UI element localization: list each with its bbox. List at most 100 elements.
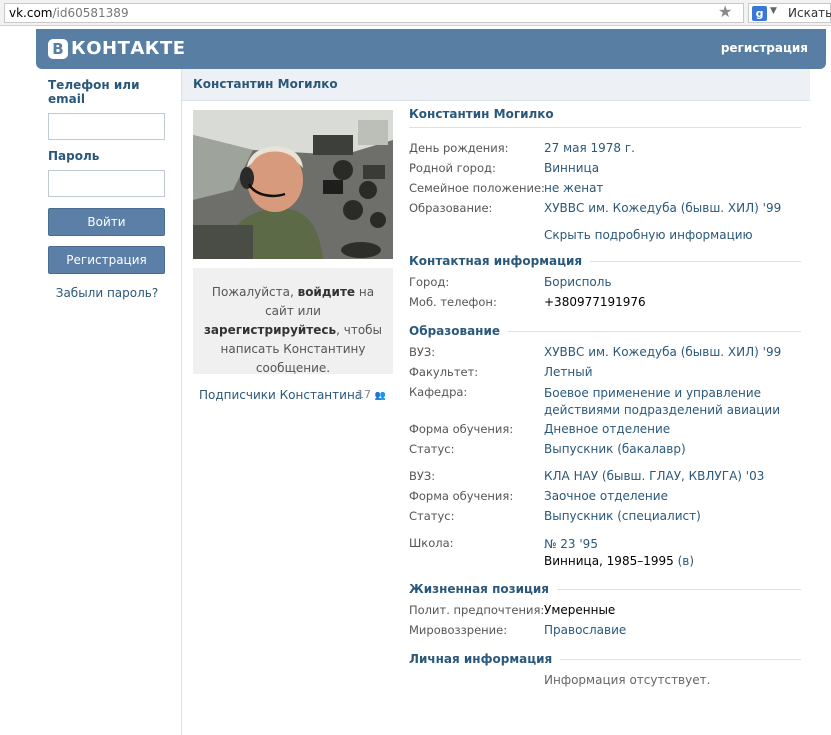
- section-title: Жизненная позиция: [409, 582, 557, 596]
- school-link[interactable]: № 23 '95 Винница, 1985–1995 (в): [544, 536, 694, 570]
- info-row: Семейное положение: не женат: [409, 178, 801, 198]
- personal-empty-text: Информация отсутствует.: [544, 673, 711, 687]
- info-row: Форма обучения: Дневное отделение: [409, 419, 801, 439]
- chevron-down-icon[interactable]: ▼: [770, 6, 777, 16]
- info-row: Школа: № 23 '95 Винница, 1985–1995 (в): [409, 533, 801, 570]
- row-key: ВУЗ:: [409, 469, 436, 483]
- birthday-link[interactable]: 27 мая 1978 г.: [544, 141, 635, 155]
- department-line: Боевое применение и управление: [544, 386, 762, 400]
- status-link[interactable]: Выпускник (специалист): [544, 509, 701, 523]
- section-education: Образование: [409, 320, 801, 342]
- row-key: Статус:: [409, 442, 455, 456]
- logo-text: КОНТАКТЕ: [71, 38, 186, 59]
- department-link[interactable]: Боевое применение и управление действиями…: [544, 385, 780, 419]
- study-form-link[interactable]: Дневное отделение: [544, 422, 670, 436]
- search-box[interactable]: g ▼ Искать: [748, 3, 831, 23]
- study-form-link[interactable]: Заочное отделение: [544, 489, 668, 503]
- password-input[interactable]: [48, 170, 165, 197]
- info-row: Моб. телефон: +380977191976: [409, 292, 801, 312]
- school-name[interactable]: № 23 '95: [544, 537, 598, 551]
- info-row: Статус: Выпускник (бакалавр): [409, 439, 801, 459]
- row-key: Родной город:: [409, 161, 496, 175]
- row-key: Форма обучения:: [409, 489, 514, 503]
- address-bar[interactable]: vk.com/id60581389: [4, 3, 744, 23]
- city-link[interactable]: Борисполь: [544, 275, 612, 289]
- university-link[interactable]: ХУВВС им. Кожедуба (бывш. ХИЛ) '99: [544, 345, 781, 359]
- section-life-position: Жизненная позиция: [409, 578, 801, 600]
- info-row: Мировоззрение: Православие: [409, 620, 801, 640]
- url-path: /id60581389: [52, 6, 129, 20]
- bookmark-star-icon[interactable]: ★: [718, 2, 732, 21]
- subscribers-link[interactable]: Подписчики Константина: [199, 388, 362, 402]
- browser-toolbar: vk.com/id60581389 ★ g ▼ Искать: [0, 0, 831, 26]
- forgot-password-link[interactable]: Забыли пароль?: [48, 286, 166, 300]
- worldview-link[interactable]: Православие: [544, 623, 626, 637]
- row-key: Семейное положение:: [409, 181, 545, 195]
- profile-titlebar: Константин Могилко: [182, 69, 810, 101]
- subscribers-count-value: 17: [357, 388, 371, 401]
- info-row: Родной город: Винница: [409, 158, 801, 178]
- university-link[interactable]: КЛА НАУ (бывш. ГЛАУ, КВЛУГА) '03: [544, 469, 764, 483]
- profile-name: Константин Могилко: [409, 107, 801, 128]
- info-row: Образование: ХУВВС им. Кожедуба (бывш. ХИ…: [409, 198, 801, 218]
- school-class-link[interactable]: (в): [678, 554, 694, 568]
- row-key: Образование:: [409, 201, 493, 215]
- info-row: Кафедра: Боевое применение и управление де…: [409, 382, 801, 419]
- register-prompt-link[interactable]: зарегистрируйтесь: [204, 323, 336, 337]
- site-header: В КОНТАКТЕ регистрация: [36, 29, 826, 69]
- info-row: Статус: Выпускник (специалист): [409, 506, 801, 526]
- row-key: Полит. предпочтения:: [409, 603, 545, 617]
- info-row: Город: Борисполь: [409, 272, 801, 292]
- marital-status-link[interactable]: не женат: [544, 181, 603, 195]
- section-title: Личная информация: [409, 652, 561, 666]
- info-row: День рождения: 27 мая 1978 г.: [409, 138, 801, 158]
- hide-info-link[interactable]: Скрыть подробную информацию: [544, 228, 753, 242]
- hide-info-row: Скрыть подробную информацию: [409, 218, 801, 246]
- profile-main: Константин Могилко Пожалуйста, войдите н…: [181, 69, 810, 735]
- row-key: Моб. телефон:: [409, 295, 497, 309]
- row-key: Форма обучения:: [409, 422, 514, 436]
- search-placeholder: Искать: [788, 6, 831, 20]
- info-row: ВУЗ: КЛА НАУ (бывш. ГЛАУ, КВЛУГА) '03: [409, 466, 801, 486]
- profile-info: Константин Могилко День рождения: 27 мая …: [409, 107, 801, 690]
- people-icon: 👥: [374, 391, 386, 401]
- header-register-link[interactable]: регистрация: [721, 41, 808, 55]
- vk-logo[interactable]: В КОНТАКТЕ: [48, 38, 186, 59]
- register-button[interactable]: Регистрация: [48, 246, 165, 274]
- department-line: действиями подразделений авиации: [544, 403, 780, 417]
- section-title: Контактная информация: [409, 254, 591, 268]
- section-personal: Личная информация: [409, 648, 801, 670]
- info-row: Информация отсутствует.: [409, 670, 801, 690]
- row-key: Статус:: [409, 509, 455, 523]
- phone-input[interactable]: [48, 113, 165, 140]
- politics-value: Умеренные: [544, 603, 616, 617]
- prompt-text: Пожалуйста,: [211, 285, 298, 299]
- info-row: Полит. предпочтения: Умеренные: [409, 600, 801, 620]
- row-key: День рождения:: [409, 141, 509, 155]
- profile-photo-image: [193, 110, 393, 259]
- login-button[interactable]: Войти: [48, 208, 165, 236]
- info-row: Факультет: Летный: [409, 362, 801, 382]
- password-label: Пароль: [48, 149, 100, 163]
- url-domain: vk.com: [9, 6, 53, 20]
- row-key: Факультет:: [409, 365, 479, 379]
- school-detail: Винница, 1985–1995: [544, 554, 674, 568]
- section-title: Образование: [409, 324, 509, 338]
- login-form: Телефон или email Пароль Войти Регистрац…: [48, 78, 166, 300]
- phone-value: +380977191976: [544, 295, 646, 309]
- subscribers-count[interactable]: 17 👥: [357, 388, 386, 401]
- education-link[interactable]: ХУВВС им. Кожедуба (бывш. ХИЛ) '99: [544, 201, 781, 215]
- row-key: ВУЗ:: [409, 345, 436, 359]
- section-contact: Контактная информация: [409, 250, 801, 272]
- hometown-link[interactable]: Винница: [544, 161, 599, 175]
- status-link[interactable]: Выпускник (бакалавр): [544, 442, 686, 456]
- page-title: Константин Могилко: [193, 77, 338, 91]
- profile-photo[interactable]: [193, 110, 393, 259]
- faculty-link[interactable]: Летный: [544, 365, 593, 379]
- row-key: Кафедра:: [409, 385, 468, 399]
- row-key: Город:: [409, 275, 450, 289]
- row-key: Мировоззрение:: [409, 623, 508, 637]
- google-icon[interactable]: g: [752, 6, 767, 21]
- login-prompt-link[interactable]: войдите: [298, 285, 355, 299]
- message-login-prompt: Пожалуйста, войдите на сайт или зарегист…: [193, 268, 393, 375]
